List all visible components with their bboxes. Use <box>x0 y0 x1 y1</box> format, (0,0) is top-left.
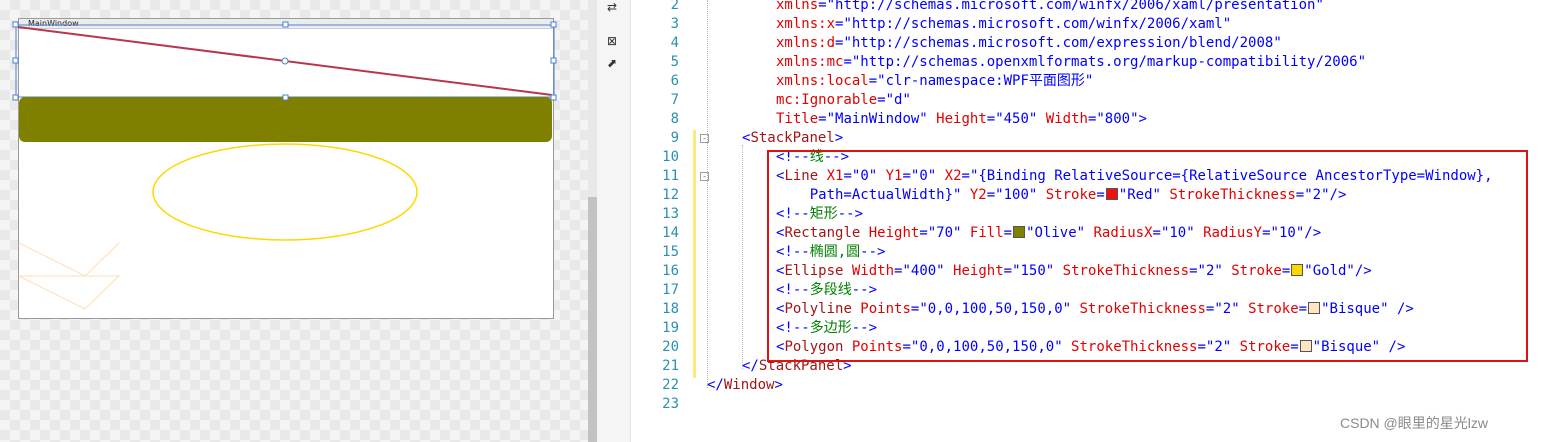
code-token: StackPanel <box>750 130 835 146</box>
line-number: 12 <box>662 187 679 203</box>
code-line[interactable]: 5 xmlns:mc="http://schemas.openxmlformats… <box>638 53 1551 72</box>
code-token: > <box>834 130 844 146</box>
code-text[interactable]: xmlns:local="clr-namespace:WPF平面图形" <box>776 72 1093 91</box>
code-token: Title <box>776 111 819 127</box>
close-box-icon[interactable]: ⊠ <box>605 34 619 48</box>
line-number: 15 <box>662 244 679 260</box>
ellipse-shape[interactable] <box>152 143 418 241</box>
line-number: 16 <box>662 263 679 279</box>
designer-pane[interactable]: MainWindow <box>0 0 588 442</box>
line-number: 10 <box>662 149 679 165</box>
open-external-icon[interactable]: ⬈ <box>605 56 619 70</box>
code-text[interactable]: xmlns:x="http://schemas.microsoft.com/wi… <box>776 15 1231 34</box>
code-token: "clr-namespace:WPF平面图形" <box>877 73 1094 89</box>
designer-canvas[interactable] <box>0 0 588 442</box>
code-token: = <box>843 54 852 70</box>
code-token: = <box>986 111 996 127</box>
resize-handle[interactable] <box>282 94 289 101</box>
code-token: xmlns:d <box>776 35 836 51</box>
line-number: 9 <box>670 130 679 146</box>
scrollbar-thumb[interactable] <box>588 197 597 442</box>
code-text[interactable]: xmlns:mc="http://schemas.openxmlformats.… <box>776 53 1366 72</box>
line-number: 6 <box>670 73 679 89</box>
code-line[interactable]: 7 mc:Ignorable="d" <box>638 91 1551 110</box>
code-token: "MainWindow" <box>826 111 928 127</box>
code-line[interactable]: 3 xmlns:x="http://schemas.microsoft.com/w… <box>638 15 1551 34</box>
code-text[interactable]: <StackPanel> <box>742 129 843 148</box>
code-token: "http://schemas.openxmlformats.org/marku… <box>851 54 1367 70</box>
code-token: </ <box>707 377 724 393</box>
code-text[interactable]: </Window> <box>707 376 783 395</box>
resize-handle[interactable] <box>12 57 19 64</box>
line-point-handle[interactable] <box>281 57 289 65</box>
line-number: 11 <box>662 168 679 184</box>
resize-handle[interactable] <box>550 21 557 28</box>
line-number: 13 <box>662 206 679 222</box>
code-line[interactable]: 9 <StackPanel> <box>638 129 1551 148</box>
line-number: 8 <box>670 111 679 127</box>
line-number: 4 <box>670 35 679 51</box>
code-text[interactable]: mc:Ignorable="d" <box>776 91 911 110</box>
code-token: mc:Ignorable <box>776 92 878 108</box>
code-token: xmlns <box>776 0 819 13</box>
highlight-annotation-box <box>767 150 1528 362</box>
code-token: Height <box>927 111 987 127</box>
code-token: xmlns:local <box>776 73 869 89</box>
code-token: "http://schemas.microsoft.com/expression… <box>843 35 1282 51</box>
line-number: 19 <box>662 320 679 336</box>
code-token: </ <box>742 358 759 374</box>
code-token: > <box>1138 111 1147 127</box>
polygon-shape[interactable] <box>18 275 121 310</box>
pane-splitter[interactable]: ⇄ ⊠ ⬈ <box>597 0 631 442</box>
line-number: 3 <box>670 16 679 32</box>
resize-handle[interactable] <box>12 21 19 28</box>
code-line[interactable]: 8 Title="MainWindow" Height="450" Width="… <box>638 110 1551 129</box>
rectangle-shape[interactable] <box>19 97 552 142</box>
line-number: 18 <box>662 301 679 317</box>
line-number: 5 <box>670 54 679 70</box>
code-token: = <box>818 0 827 13</box>
code-text[interactable]: xmlns="http://schemas.microsoft.com/winf… <box>776 0 1324 15</box>
line-number: 20 <box>662 339 679 355</box>
code-token: "http://schemas.microsoft.com/winfx/2006… <box>826 0 1324 13</box>
code-token: "800" <box>1096 111 1139 127</box>
resize-handle[interactable] <box>550 57 557 64</box>
code-line[interactable]: 4 xmlns:d="http://schemas.microsoft.com/e… <box>638 34 1551 53</box>
code-token: "d" <box>885 92 911 108</box>
code-text[interactable]: Title="MainWindow" Height="450" Width="8… <box>776 110 1147 129</box>
line-number: 2 <box>670 0 679 13</box>
polyline-shape[interactable] <box>18 242 120 277</box>
line-number: 23 <box>662 396 679 412</box>
resize-handle[interactable] <box>282 21 289 28</box>
code-token: Width <box>1037 111 1088 127</box>
code-token: = <box>868 73 878 89</box>
code-line[interactable]: 23 <box>638 395 1551 414</box>
code-token: > <box>774 377 783 393</box>
line-number: 14 <box>662 225 679 241</box>
code-token: "450" <box>995 111 1038 127</box>
line-number: 7 <box>670 92 679 108</box>
resize-handle[interactable] <box>550 94 557 101</box>
code-token: "http://schemas.microsoft.com/winfx/2006… <box>843 16 1232 32</box>
code-token: xmlns:mc <box>776 54 844 70</box>
swap-icon[interactable]: ⇄ <box>605 0 619 14</box>
watermark: CSDN @眼里的星光lzw <box>1340 415 1488 431</box>
line-number: 21 <box>662 358 679 374</box>
code-token: xmlns:x <box>776 16 836 32</box>
code-text[interactable]: xmlns:d="http://schemas.microsoft.com/ex… <box>776 34 1282 53</box>
code-token: Window <box>723 377 775 393</box>
code-line[interactable]: 2 xmlns="http://schemas.microsoft.com/win… <box>638 0 1551 15</box>
code-token: = <box>818 111 827 127</box>
resize-handle[interactable] <box>12 94 19 101</box>
line-number: 17 <box>662 282 679 298</box>
code-token: = <box>877 92 886 108</box>
code-line[interactable]: 6 xmlns:local="clr-namespace:WPF平面图形" <box>638 72 1551 91</box>
code-line[interactable]: 22 </Window> <box>638 376 1551 395</box>
line-number: 22 <box>662 377 679 393</box>
